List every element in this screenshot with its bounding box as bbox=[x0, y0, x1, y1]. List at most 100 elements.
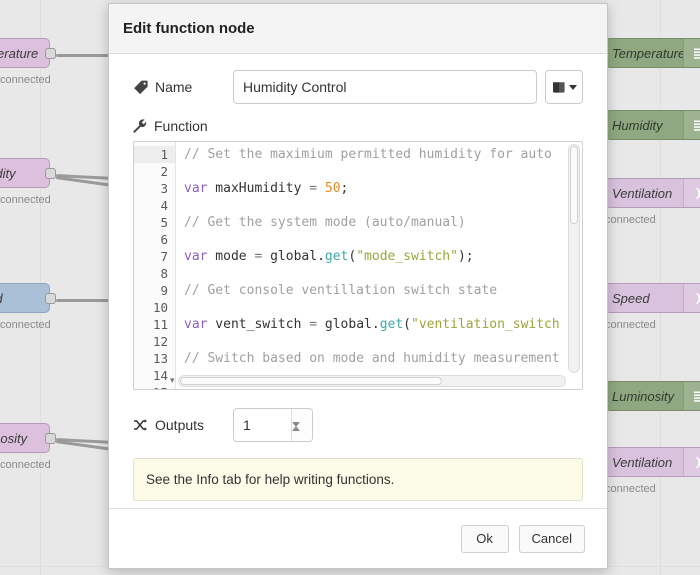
node-label: Temperature bbox=[612, 45, 683, 61]
node-status: connected bbox=[0, 459, 51, 471]
node-label: Luminosity bbox=[612, 388, 675, 404]
line-number: 5 bbox=[160, 215, 168, 230]
info-hint-bar: See the Info tab for help writing functi… bbox=[133, 458, 583, 501]
code-line: var mode = global.get("mode_switch"); bbox=[184, 248, 582, 265]
name-label: Name bbox=[133, 79, 233, 95]
name-picker-button[interactable] bbox=[545, 70, 583, 104]
canvas-node-ventilation-out-2[interactable]: Ventilation bbox=[605, 447, 700, 477]
node-output-port[interactable] bbox=[45, 168, 56, 179]
code-line: // Get the system mode (auto/manual) bbox=[184, 214, 582, 231]
node-output-port[interactable] bbox=[45, 293, 56, 304]
code-token: var bbox=[184, 317, 208, 332]
code-token: "mode_switch" bbox=[356, 249, 458, 264]
canvas-node-temperature-out[interactable]: Temperature bbox=[605, 38, 700, 68]
code-fold-arrow-icon[interactable]: ▾ bbox=[170, 376, 175, 386]
node-label: Ventilation bbox=[612, 185, 673, 201]
line-number: 10 bbox=[152, 300, 168, 315]
code-line: var maxHumidity = 50; bbox=[184, 180, 582, 197]
code-token: // Get the system mode (auto/manual) bbox=[184, 215, 466, 230]
code-token: ; bbox=[340, 181, 349, 196]
dialog-body: Name Function 123 bbox=[109, 54, 607, 508]
line-number: 7 bbox=[160, 249, 168, 264]
editor-horizontal-scrollbar-thumb[interactable] bbox=[180, 377, 443, 385]
node-status: connected bbox=[0, 194, 51, 206]
canvas-node-temperature-in[interactable]: Temperature bbox=[0, 38, 50, 68]
canvas-node-speed-out[interactable]: Speed bbox=[605, 283, 700, 313]
node-label: Speed bbox=[0, 291, 49, 306]
line-number: 6 bbox=[160, 232, 168, 247]
function-label: Function bbox=[133, 118, 583, 134]
code-token: get bbox=[324, 249, 349, 264]
editor-gutter: 123456789101112131415 bbox=[134, 142, 176, 389]
code-token: // Switch based on mode and humidity mea… bbox=[184, 351, 560, 366]
outputs-stepper-buttons[interactable] bbox=[291, 409, 312, 441]
line-number: 13 bbox=[152, 351, 168, 366]
outputs-value[interactable]: 1 bbox=[234, 409, 291, 441]
function-code-editor[interactable]: 123456789101112131415 // Set the maximiu… bbox=[133, 141, 583, 390]
node-name-input[interactable] bbox=[233, 70, 537, 104]
book-icon bbox=[552, 81, 566, 94]
code-token: // Set the maximium permitted humidity f… bbox=[184, 147, 552, 162]
outputs-row: Outputs 1 bbox=[133, 408, 583, 442]
node-status: connected bbox=[605, 214, 656, 226]
node-status: connected bbox=[0, 74, 51, 86]
cancel-button[interactable]: Cancel bbox=[518, 524, 585, 553]
code-token: = bbox=[309, 317, 318, 332]
code-token: global. bbox=[317, 317, 380, 332]
editor-code-area[interactable]: // Set the maximium permitted humidity f… bbox=[176, 142, 582, 389]
outputs-stepper[interactable]: 1 bbox=[233, 408, 313, 442]
editor-horizontal-scrollbar[interactable] bbox=[178, 375, 566, 387]
canvas-node-speed-in[interactable]: Speed bbox=[0, 283, 50, 313]
line-number: 4 bbox=[160, 198, 168, 213]
code-token: var bbox=[184, 181, 208, 196]
canvas-node-luminosity-in[interactable]: Luminosity bbox=[0, 423, 50, 453]
code-line: // Set the maximium permitted humidity f… bbox=[184, 146, 582, 163]
editor-vertical-scrollbar-thumb[interactable] bbox=[570, 146, 578, 224]
line-number: 1 bbox=[134, 146, 175, 163]
canvas-node-humidity-in[interactable]: Humidity bbox=[0, 158, 50, 188]
code-token: "ventilation_switch bbox=[411, 317, 560, 332]
node-output-port[interactable] bbox=[45, 433, 56, 444]
node-output-port[interactable] bbox=[45, 48, 56, 59]
dialog-header: Edit function node bbox=[109, 4, 607, 54]
node-label: Humidity bbox=[612, 117, 663, 133]
code-line: var vent_switch = global.get("ventilatio… bbox=[184, 316, 582, 333]
line-number: 9 bbox=[160, 283, 168, 298]
canvas-node-luminosity-out[interactable]: Luminosity bbox=[605, 381, 700, 411]
line-number: 12 bbox=[152, 334, 168, 349]
ok-button[interactable]: Ok bbox=[460, 524, 509, 553]
canvas-node-ventilation-out-1[interactable]: Ventilation bbox=[605, 178, 700, 208]
line-number: 14 bbox=[152, 368, 168, 383]
node-status: connected bbox=[605, 319, 656, 331]
canvas-node-humidity-out[interactable]: Humidity bbox=[605, 110, 700, 140]
dialog-footer: Ok Cancel bbox=[109, 508, 607, 568]
code-token: ); bbox=[457, 249, 474, 264]
node-label: Humidity bbox=[0, 165, 16, 181]
code-line: // Switch based on mode and humidity mea… bbox=[184, 350, 582, 367]
code-token: maxHumidity bbox=[207, 181, 310, 196]
node-label: Ventilation bbox=[612, 454, 673, 470]
dialog-title: Edit function node bbox=[123, 20, 255, 37]
outputs-label-text: Outputs bbox=[155, 417, 205, 433]
chevron-down-icon bbox=[568, 84, 577, 90]
line-number: 2 bbox=[160, 164, 168, 179]
code-token: vent_switch bbox=[207, 317, 310, 332]
broadcast-icon bbox=[683, 448, 700, 476]
code-token: global. bbox=[262, 249, 325, 264]
editor-vertical-scrollbar[interactable] bbox=[568, 144, 580, 373]
line-number: 3 bbox=[160, 181, 168, 196]
code-token: // Get console ventillation switch state bbox=[184, 283, 498, 298]
edit-function-node-dialog: Edit function node Name Humidity Control… bbox=[108, 3, 608, 569]
shuffle-icon bbox=[133, 418, 148, 432]
wire bbox=[56, 299, 116, 302]
node-label: Temperature bbox=[0, 45, 39, 61]
code-token: 50 bbox=[324, 181, 341, 196]
code-token: = bbox=[309, 181, 318, 196]
line-number: 11 bbox=[152, 317, 168, 332]
stepper-down-icon[interactable] bbox=[292, 422, 300, 441]
